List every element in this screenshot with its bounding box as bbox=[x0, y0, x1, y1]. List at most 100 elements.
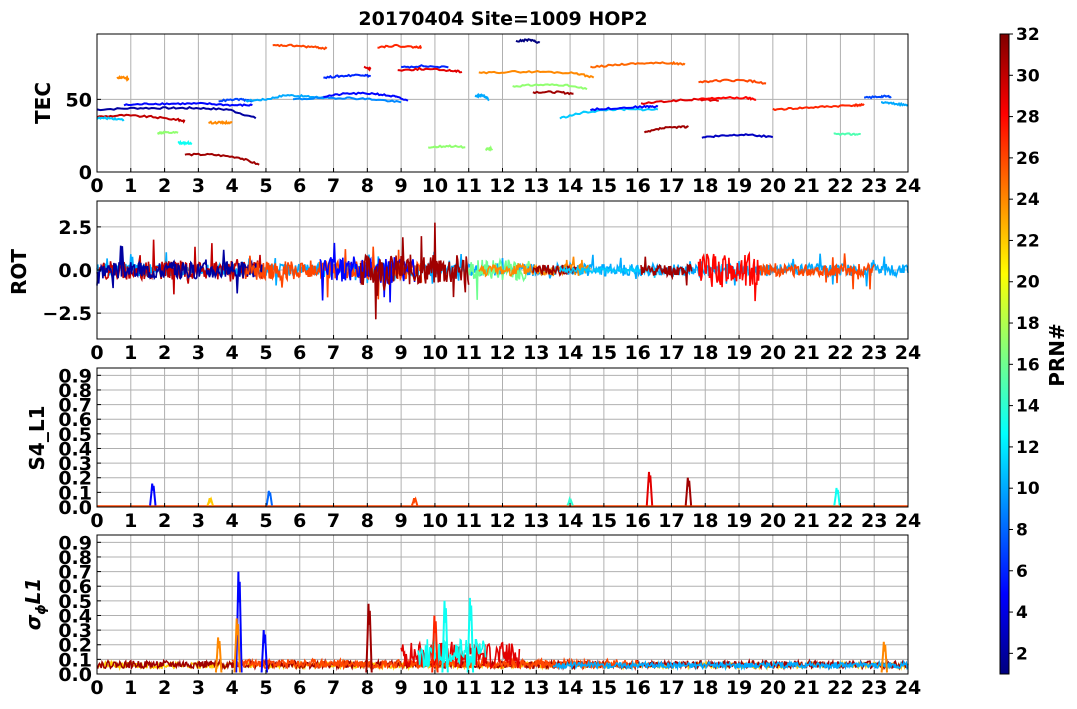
x-tick-label: 23 bbox=[861, 175, 887, 197]
x-tick-label: 17 bbox=[658, 175, 684, 197]
s4-spike-prn-8 bbox=[265, 490, 273, 506]
x-tick-label: 1 bbox=[124, 175, 137, 197]
sigma-y-ticks: 0.00.10.20.30.40.50.60.70.80.9 bbox=[58, 532, 101, 686]
tec-arc-prn-10 bbox=[881, 101, 909, 107]
y-tick-label: −2.5 bbox=[42, 303, 92, 325]
y-tick-label: 2.5 bbox=[58, 217, 92, 239]
x-tick-label: 8 bbox=[361, 677, 374, 699]
figure: 20170404 Site=1009 HOP2 0 1 2 3 4 5 6 7 8 9 10 11 12… bbox=[7, 8, 1069, 699]
x-tick-label: 14 bbox=[557, 677, 583, 699]
x-tick-label: 23 bbox=[861, 342, 887, 364]
tec-arc-prn-17 bbox=[156, 130, 179, 135]
x-tick-label: 20 bbox=[760, 342, 786, 364]
tec-arc-prn-17 bbox=[512, 83, 588, 91]
x-tick-label: 15 bbox=[591, 175, 617, 197]
rot-ylabel: ROT bbox=[7, 249, 31, 295]
tec-arc-prn-3 bbox=[701, 133, 774, 139]
colorbar-label: PRN# bbox=[1045, 323, 1069, 387]
x-tick-label: 9 bbox=[395, 342, 408, 364]
x-tick-label: 1 bbox=[124, 510, 137, 532]
colorbar-tick-label: 6 bbox=[1016, 562, 1028, 582]
s4-spike-prn-31 bbox=[684, 477, 693, 506]
rot-series-prn-26 bbox=[758, 253, 875, 290]
x-tick-label: 24 bbox=[895, 510, 921, 532]
x-tick-label: 7 bbox=[327, 342, 340, 364]
x-tick-label: 20 bbox=[760, 175, 786, 197]
colorbar: 2468101214161820222426283032 PRN# bbox=[999, 25, 1069, 675]
colorbar-tick-label: 16 bbox=[1016, 355, 1040, 375]
x-tick-label: 13 bbox=[523, 342, 549, 364]
s4-spike-prn-26 bbox=[410, 496, 419, 506]
x-tick-label: 8 bbox=[361, 342, 374, 364]
x-tick-label: 10 bbox=[422, 510, 448, 532]
x-tick-label: 8 bbox=[361, 175, 374, 197]
x-tick-label: 0 bbox=[90, 510, 103, 532]
tec-arc-prn-5 bbox=[123, 101, 253, 108]
x-tick-label: 7 bbox=[327, 175, 340, 197]
tec-arc-prn-26 bbox=[698, 78, 767, 85]
tec-arc-prn-6 bbox=[401, 64, 449, 69]
y-tick-label: 0.0 bbox=[58, 260, 92, 282]
x-tick-label: 10 bbox=[422, 175, 448, 197]
tec-arc-prn-24 bbox=[208, 119, 233, 126]
x-tick-label: 14 bbox=[557, 342, 583, 364]
x-tick-label: 0 bbox=[90, 342, 103, 364]
x-tick-label: 21 bbox=[793, 175, 819, 197]
x-tick-label: 17 bbox=[658, 510, 684, 532]
x-tick-label: 11 bbox=[455, 677, 481, 699]
rot-y-ticks: −2.5 0.0 2.5 bbox=[42, 217, 101, 325]
x-tick-label: 6 bbox=[293, 677, 306, 699]
x-tick-label: 24 bbox=[895, 677, 921, 699]
x-tick-label: 19 bbox=[726, 677, 752, 699]
sigma-spike-prn-24 bbox=[214, 637, 223, 673]
x-tick-label: 6 bbox=[293, 175, 306, 197]
x-tick-label: 8 bbox=[361, 510, 374, 532]
x-tick-label: 12 bbox=[489, 677, 515, 699]
x-tick-label: 17 bbox=[658, 677, 684, 699]
rot-series-prn-28 bbox=[697, 250, 761, 302]
x-tick-label: 18 bbox=[692, 677, 718, 699]
colorbar-tick-label: 4 bbox=[1016, 603, 1028, 623]
tec-arc-prn-6 bbox=[323, 73, 371, 80]
colorbar-tick-label: 30 bbox=[1016, 66, 1040, 86]
tec-arc-prn-11 bbox=[559, 107, 659, 120]
x-tick-label: 0 bbox=[90, 175, 103, 197]
x-tick-label: 20 bbox=[760, 510, 786, 532]
tec-arc-prn-17 bbox=[484, 145, 494, 152]
x-tick-label: 0 bbox=[90, 677, 103, 699]
x-tick-label: 19 bbox=[726, 342, 752, 364]
x-tick-label: 1 bbox=[124, 342, 137, 364]
x-tick-label: 5 bbox=[259, 677, 272, 699]
x-tick-label: 2 bbox=[158, 510, 171, 532]
x-tick-label: 15 bbox=[591, 342, 617, 364]
x-tick-label: 3 bbox=[192, 342, 205, 364]
colorbar-tick-label: 10 bbox=[1016, 479, 1040, 499]
rot-panel: 0 1 2 3 4 5 6 7 8 9 10 11 12 13 14 15 16 17 18 19 20 21 22 23 24… bbox=[42, 200, 921, 364]
x-tick-label: 10 bbox=[422, 677, 448, 699]
x-tick-label: 16 bbox=[624, 175, 650, 197]
svg-text:σϕL1: σϕL1 bbox=[21, 578, 49, 631]
x-tick-label: 7 bbox=[327, 510, 340, 532]
x-tick-label: 23 bbox=[861, 510, 887, 532]
s4-y-ticks: 0.00.10.20.30.40.50.60.70.80.9 bbox=[58, 365, 101, 519]
x-tick-label: 12 bbox=[489, 175, 515, 197]
colorbar-gradient bbox=[999, 33, 1010, 675]
x-tick-label: 9 bbox=[395, 175, 408, 197]
x-tick-label: 2 bbox=[158, 677, 171, 699]
x-tick-label: 16 bbox=[624, 677, 650, 699]
x-tick-label: 17 bbox=[658, 342, 684, 364]
s4-spike-prn-13 bbox=[833, 487, 841, 506]
x-tick-label: 14 bbox=[557, 510, 583, 532]
tec-arc-prn-15 bbox=[833, 132, 861, 137]
x-tick-label: 5 bbox=[259, 510, 272, 532]
y-tick-label: 0.9 bbox=[58, 532, 92, 554]
x-tick-label: 16 bbox=[624, 510, 650, 532]
x-tick-label: 3 bbox=[192, 510, 205, 532]
colorbar-tick-label: 2 bbox=[1016, 644, 1028, 664]
x-tick-label: 14 bbox=[557, 175, 583, 197]
tec-arc-prn-7 bbox=[863, 94, 892, 100]
colorbar-tick-label: 12 bbox=[1016, 438, 1040, 458]
x-tick-label: 18 bbox=[692, 510, 718, 532]
x-tick-label: 1 bbox=[124, 677, 137, 699]
tec-grid bbox=[96, 34, 909, 173]
